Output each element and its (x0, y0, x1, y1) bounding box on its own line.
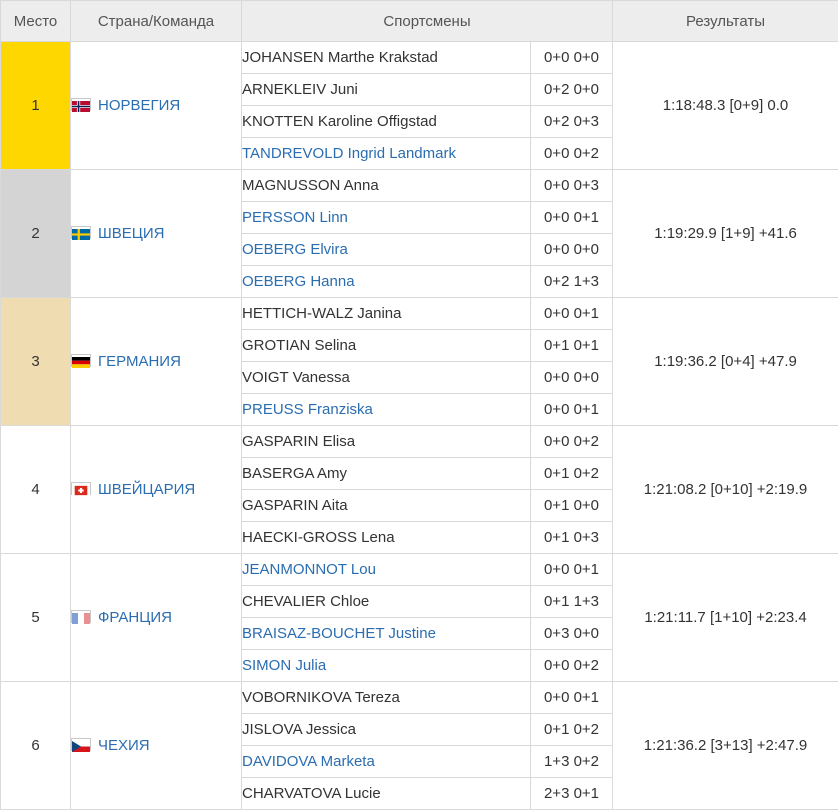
athlete-link[interactable]: TANDREVOLD Ingrid Landmark (242, 138, 531, 170)
shooting-cell: 0+1 1+3 (531, 586, 613, 618)
table-header-row: Место Страна/Команда Спортсмены Результа… (1, 1, 838, 42)
athlete-name: ARNEKLEIV Juni (242, 74, 531, 106)
shooting-cell: 0+3 0+0 (531, 618, 613, 650)
shooting-cell: 0+0 0+2 (531, 138, 613, 170)
shooting-cell: 0+0 0+0 (531, 42, 613, 74)
shooting-cell: 0+1 0+2 (531, 714, 613, 746)
result-cell: 1:21:08.2 [0+10] +2:19.9 (613, 426, 838, 554)
athlete-name: VOBORNIKOVA Tereza (242, 682, 531, 714)
table-row: 5ФРАНЦИЯJEANMONNOT Lou0+0 0+11:21:11.7 [… (1, 554, 838, 586)
shooting-cell: 0+0 0+2 (531, 650, 613, 682)
athlete-link[interactable]: BRAISAZ-BOUCHET Justine (242, 618, 531, 650)
shooting-cell: 0+0 0+1 (531, 554, 613, 586)
country-cell: ШВЕЦИЯ (71, 170, 242, 298)
results-table: Место Страна/Команда Спортсмены Результа… (0, 0, 838, 810)
athlete-link[interactable]: SIMON Julia (242, 650, 531, 682)
flag-czechia-icon (71, 738, 91, 751)
place-cell: 2 (1, 170, 71, 298)
header-athletes: Спортсмены (242, 1, 613, 42)
shooting-cell: 0+1 0+1 (531, 330, 613, 362)
country-link[interactable]: ШВЕЙЦАРИЯ (98, 481, 195, 498)
results-body: 1НОРВЕГИЯJOHANSEN Marthe Krakstad0+0 0+0… (1, 42, 838, 810)
shooting-cell: 0+0 0+0 (531, 362, 613, 394)
athlete-link[interactable]: JEANMONNOT Lou (242, 554, 531, 586)
country-link[interactable]: ШВЕЦИЯ (98, 225, 164, 242)
athlete-name: GASPARIN Elisa (242, 426, 531, 458)
athlete-link[interactable]: DAVIDOVA Marketa (242, 746, 531, 778)
athlete-link[interactable]: PREUSS Franziska (242, 394, 531, 426)
table-row: 1НОРВЕГИЯJOHANSEN Marthe Krakstad0+0 0+0… (1, 42, 838, 74)
athlete-name: JOHANSEN Marthe Krakstad (242, 42, 531, 74)
shooting-cell: 0+0 0+1 (531, 394, 613, 426)
shooting-cell: 0+1 0+3 (531, 522, 613, 554)
shooting-cell: 0+0 0+1 (531, 202, 613, 234)
athlete-name: CHEVALIER Chloe (242, 586, 531, 618)
country-link[interactable]: ЧЕХИЯ (98, 737, 150, 754)
country-cell: ЧЕХИЯ (71, 682, 242, 810)
header-country[interactable]: Страна/Команда (71, 1, 242, 42)
country-cell: ФРАНЦИЯ (71, 554, 242, 682)
flag-sweden-icon (71, 226, 91, 239)
shooting-cell: 0+0 0+1 (531, 682, 613, 714)
country-link[interactable]: НОРВЕГИЯ (98, 97, 180, 114)
place-cell: 6 (1, 682, 71, 810)
country-cell: ШВЕЙЦАРИЯ (71, 426, 242, 554)
result-cell: 1:18:48.3 [0+9] 0.0 (613, 42, 838, 170)
result-cell: 1:21:11.7 [1+10] +2:23.4 (613, 554, 838, 682)
shooting-cell: 0+1 0+2 (531, 458, 613, 490)
country-link[interactable]: ФРАНЦИЯ (98, 609, 172, 626)
place-cell: 3 (1, 298, 71, 426)
athlete-name: BASERGA Amy (242, 458, 531, 490)
country-cell: ГЕРМАНИЯ (71, 298, 242, 426)
shooting-cell: 0+2 1+3 (531, 266, 613, 298)
athlete-link[interactable]: OEBERG Hanna (242, 266, 531, 298)
athlete-name: GASPARIN Aita (242, 490, 531, 522)
place-cell: 4 (1, 426, 71, 554)
athlete-name: KNOTTEN Karoline Offigstad (242, 106, 531, 138)
flag-france-icon (71, 610, 91, 623)
flag-norway-icon (71, 98, 91, 111)
shooting-cell: 0+2 0+0 (531, 74, 613, 106)
table-row: 6ЧЕХИЯVOBORNIKOVA Tereza0+0 0+11:21:36.2… (1, 682, 838, 714)
place-cell: 5 (1, 554, 71, 682)
country-link[interactable]: ГЕРМАНИЯ (98, 353, 181, 370)
shooting-cell: 0+1 0+0 (531, 490, 613, 522)
shooting-cell: 0+2 0+3 (531, 106, 613, 138)
flag-germany-icon (71, 354, 91, 367)
athlete-name: HAECKI-GROSS Lena (242, 522, 531, 554)
athlete-name: HETTICH-WALZ Janina (242, 298, 531, 330)
result-cell: 1:21:36.2 [3+13] +2:47.9 (613, 682, 838, 810)
athlete-name: GROTIAN Selina (242, 330, 531, 362)
shooting-cell: 0+0 0+0 (531, 234, 613, 266)
shooting-cell: 0+0 0+3 (531, 170, 613, 202)
athlete-link[interactable]: PERSSON Linn (242, 202, 531, 234)
athlete-link[interactable]: OEBERG Elvira (242, 234, 531, 266)
header-place[interactable]: Место (1, 1, 71, 42)
flag-switzerland-icon (71, 482, 91, 495)
athlete-name: MAGNUSSON Anna (242, 170, 531, 202)
result-cell: 1:19:36.2 [0+4] +47.9 (613, 298, 838, 426)
country-cell: НОРВЕГИЯ (71, 42, 242, 170)
shooting-cell: 0+0 0+1 (531, 298, 613, 330)
place-cell: 1 (1, 42, 71, 170)
shooting-cell: 1+3 0+2 (531, 746, 613, 778)
result-cell: 1:19:29.9 [1+9] +41.6 (613, 170, 838, 298)
header-results: Результаты (613, 1, 838, 42)
table-row: 3ГЕРМАНИЯHETTICH-WALZ Janina0+0 0+11:19:… (1, 298, 838, 330)
athlete-name: VOIGT Vanessa (242, 362, 531, 394)
table-row: 2ШВЕЦИЯMAGNUSSON Anna0+0 0+31:19:29.9 [1… (1, 170, 838, 202)
shooting-cell: 0+0 0+2 (531, 426, 613, 458)
table-row: 4ШВЕЙЦАРИЯGASPARIN Elisa0+0 0+21:21:08.2… (1, 426, 838, 458)
athlete-name: JISLOVA Jessica (242, 714, 531, 746)
